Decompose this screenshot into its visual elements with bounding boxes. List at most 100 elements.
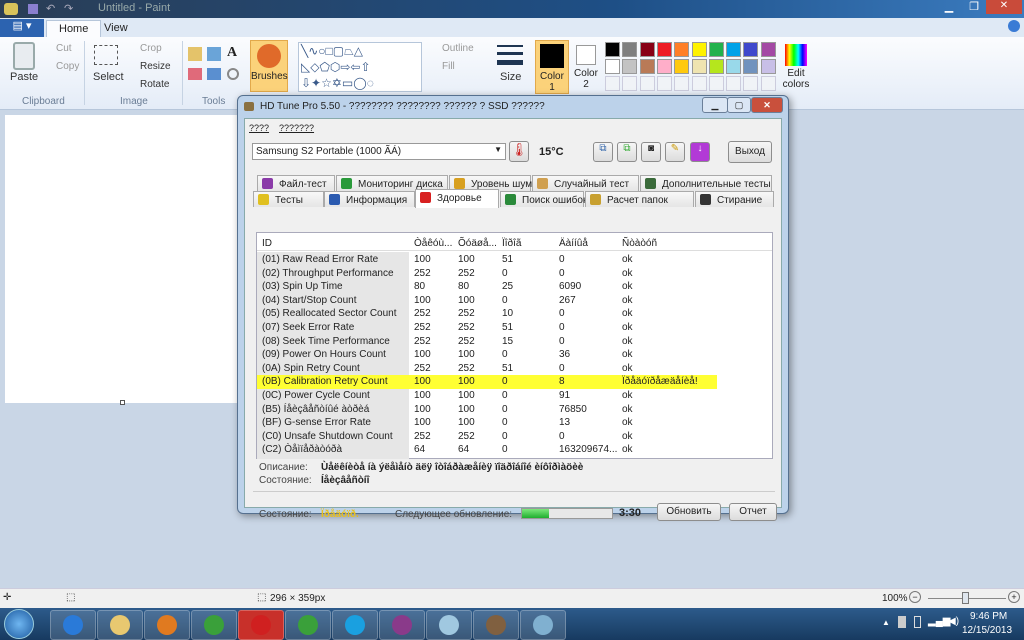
palette-color[interactable] (708, 59, 724, 74)
table-row[interactable]: (BF) G-sense Error Rate 100 100 0 13 ok (257, 416, 772, 430)
palette-color[interactable] (760, 59, 776, 74)
cut-button[interactable]: Cut (56, 43, 72, 54)
tab-tabs2-1[interactable]: Информация (324, 191, 415, 207)
palette-color[interactable] (622, 42, 638, 57)
battery-icon[interactable] (914, 616, 921, 628)
size-button[interactable]: Size (500, 71, 521, 83)
color1-button[interactable]: Color 1 (535, 40, 569, 94)
table-row[interactable]: (0A) Spin Retry Count 252 252 51 0 ok (257, 362, 772, 376)
paint-menu-button[interactable]: ▤ ▾ (0, 19, 44, 37)
tab-tabs2-2[interactable]: Здоровье (415, 189, 499, 208)
palette-empty-slot[interactable] (726, 76, 742, 91)
palette-empty-slot[interactable] (622, 76, 638, 91)
text-icon[interactable]: A (227, 45, 237, 61)
palette-empty-slot[interactable] (605, 76, 620, 91)
start-button[interactable] (4, 609, 34, 639)
table-row[interactable]: (08) Seek Time Performance 252 252 15 0 ok (257, 335, 772, 349)
zoom-in-button[interactable]: + (1008, 591, 1020, 603)
tray-expand-icon[interactable]: ▲ (882, 618, 890, 627)
color2-button[interactable]: Color 2 (572, 42, 600, 92)
eraser-icon[interactable] (188, 68, 202, 80)
palette-color[interactable] (708, 42, 724, 57)
fill-icon[interactable] (207, 47, 221, 61)
fill-button[interactable]: Fill (442, 61, 455, 72)
shapes-gallery[interactable]: ╲∿○□▢⏢△ ◺◇⬠⬡⇨⇦⇧ ⇩✦☆✡▭◯◌ (298, 42, 422, 92)
tab-tabs1-4[interactable]: Дополнительные тесты (640, 175, 772, 191)
magnifier-icon[interactable] (227, 68, 239, 80)
zoom-out-button[interactable]: − (909, 591, 921, 603)
hdtune-minimize-button[interactable]: ▁ (702, 97, 728, 113)
save-download-icon[interactable]: ↓ (690, 142, 710, 162)
palette-color[interactable] (743, 59, 759, 74)
menu-item-help[interactable]: ??????? (279, 123, 314, 133)
taskbar-opera-button[interactable] (238, 610, 284, 640)
resize-button[interactable]: Resize (140, 61, 171, 72)
table-row[interactable]: (05) Reallocated Sector Count 252 252 10 0 ok (257, 307, 772, 321)
paste-button[interactable]: Paste (10, 71, 38, 83)
refresh-button[interactable]: Обновить (657, 503, 721, 521)
brushes-button[interactable]: Brushes (250, 40, 288, 92)
redo-icon[interactable]: ↷ (64, 2, 73, 15)
options-icon[interactable]: ✎ (665, 142, 685, 162)
zoom-slider[interactable] (928, 592, 1006, 604)
zoom-slider-thumb[interactable] (962, 592, 969, 604)
palette-color[interactable] (691, 42, 707, 57)
report-button[interactable]: Отчет (729, 503, 777, 521)
table-row[interactable]: (C2) Òåìïåðàòóðà 64 64 0 163209674... ok (257, 443, 772, 457)
taskbar-hd-tune-button[interactable] (473, 610, 519, 640)
palette-color[interactable] (726, 59, 742, 74)
taskbar-internet-explorer-button[interactable] (50, 610, 96, 640)
menu-item-file[interactable]: ???? (249, 123, 269, 133)
action-center-icon[interactable] (898, 616, 906, 628)
table-row[interactable]: (C0) Unsafe Shutdown Count 252 252 0 0 ok (257, 430, 772, 444)
tab-tabs2-5[interactable]: Стирание (695, 191, 774, 207)
taskbar-notepad-button[interactable] (426, 610, 472, 640)
palette-color[interactable] (605, 59, 620, 74)
palette-empty-slot[interactable] (674, 76, 690, 91)
palette-empty-slot[interactable] (743, 76, 759, 91)
undo-icon[interactable]: ↶ (46, 2, 55, 15)
tab-tabs1-0[interactable]: Файл-тест (257, 175, 335, 191)
taskbar-skype-button[interactable] (332, 610, 378, 640)
taskbar-file-explorer-button[interactable] (97, 610, 143, 640)
tab-view[interactable]: View (92, 20, 140, 37)
taskbar-chrome-button[interactable] (191, 610, 237, 640)
canvas-resize-handle[interactable] (120, 400, 125, 405)
column-header[interactable]: Õóäøå... (458, 238, 497, 249)
thermometer-button[interactable]: 🌡 (509, 141, 529, 162)
table-row[interactable]: (09) Power On Hours Count 100 100 0 36 ok (257, 348, 772, 362)
color-picker-icon[interactable] (207, 68, 221, 80)
pencil-icon[interactable] (188, 47, 202, 61)
table-row[interactable]: (01) Raw Read Error Rate 100 100 51 0 ok (257, 253, 772, 267)
tab-tabs1-3[interactable]: Случайный тест (532, 175, 639, 191)
taskbar-chrome-button[interactable] (285, 610, 331, 640)
taskbar-media-player-button[interactable] (144, 610, 190, 640)
table-row[interactable]: (0C) Power Cycle Count 100 100 0 91 ok (257, 389, 772, 403)
palette-color[interactable] (674, 42, 690, 57)
column-header[interactable]: ID (262, 238, 272, 249)
minimize-button[interactable]: ▁ (936, 0, 962, 14)
palette-empty-slot[interactable] (639, 76, 655, 91)
table-row[interactable]: (0B) Calibration Retry Count 100 100 0 8 Ïðåä… (257, 375, 717, 389)
column-header[interactable]: Ïîðîã (502, 238, 521, 249)
palette-empty-slot[interactable] (708, 76, 724, 91)
table-row[interactable]: (03) Spin Up Time 80 80 25 6090 ok (257, 280, 772, 294)
palette-color[interactable] (656, 42, 672, 57)
table-row[interactable]: (07) Seek Error Rate 252 252 51 0 ok (257, 321, 772, 335)
column-header[interactable]: Äàííûå (559, 238, 588, 249)
clock-date[interactable]: 12/15/2013 (962, 625, 1012, 636)
drive-select[interactable]: Samsung S2 Portable (1000 ÃÁ) ▼ (252, 143, 506, 160)
palette-color[interactable] (760, 42, 776, 57)
hdtune-maximize-button[interactable]: ▢ (727, 97, 751, 113)
exit-button[interactable]: Выход (728, 141, 772, 163)
copy-button[interactable]: Copy (56, 61, 79, 72)
palette-color[interactable] (605, 42, 620, 57)
palette-color[interactable] (639, 59, 655, 74)
palette-empty-slot[interactable] (691, 76, 707, 91)
help-icon[interactable] (1008, 20, 1020, 32)
outline-button[interactable]: Outline (442, 43, 474, 54)
table-row[interactable]: (B5) Íåèçâåñòíûé àòðèá 100 100 0 76850 ok (257, 403, 772, 417)
palette-color[interactable] (743, 42, 759, 57)
table-row[interactable]: (04) Start/Stop Count 100 100 0 267 ok (257, 294, 772, 308)
save-icon[interactable] (28, 4, 38, 14)
